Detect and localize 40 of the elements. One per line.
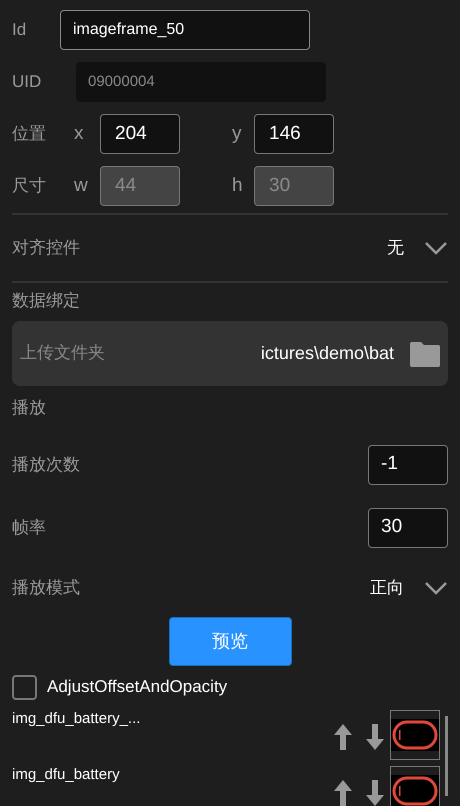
- dropdown-value[interactable]: 无: [387, 235, 404, 261]
- arrow-up-icon[interactable]: [334, 724, 352, 750]
- arrow-down-icon[interactable]: [366, 724, 384, 750]
- axis-label: h: [232, 174, 244, 198]
- number-field[interactable]: 146: [254, 114, 334, 154]
- field-label: 对齐控件: [12, 237, 81, 260]
- image-thumbnail[interactable]: [390, 710, 440, 760]
- field-label: Id: [12, 19, 28, 42]
- battery-outline-icon: [391, 718, 439, 751]
- section-title: 数据绑定: [12, 290, 81, 312]
- field-label: 播放次数: [12, 454, 81, 476]
- axis-label: x: [74, 122, 84, 146]
- checkbox[interactable]: [12, 674, 37, 700]
- number-field[interactable]: 204: [100, 114, 180, 154]
- arrow-down-icon[interactable]: [366, 780, 384, 806]
- field-label: 播放模式: [12, 577, 81, 600]
- scrollbar[interactable]: [445, 716, 448, 796]
- folder-icon[interactable]: [410, 340, 440, 367]
- chevron-down-icon[interactable]: [424, 581, 448, 596]
- image-name: img_dfu_battery_...: [12, 710, 142, 728]
- section-title: 播放: [12, 396, 47, 419]
- number-field[interactable]: -1: [368, 444, 448, 485]
- id-field[interactable]: imageframe_50: [60, 10, 310, 50]
- number-field[interactable]: 30: [368, 508, 448, 548]
- checkbox-label: AdjustOffsetAndOpacity: [47, 676, 228, 698]
- field-label: UID: [12, 71, 42, 94]
- arrow-up-icon[interactable]: [334, 780, 352, 806]
- chevron-down-icon[interactable]: [424, 240, 448, 255]
- folder-upload-card[interactable]: 上传文件夹 ictures\demo\bat: [12, 320, 448, 386]
- field-label: 上传文件夹: [20, 342, 106, 364]
- battery-outline-icon: [391, 774, 439, 806]
- field-label: 尺寸: [12, 175, 47, 198]
- field-label: 帧率: [12, 516, 47, 539]
- dropdown-value[interactable]: 正向: [370, 575, 404, 601]
- image-name: img_dfu_battery: [12, 766, 121, 784]
- folder-path: ictures\demo\bat: [260, 342, 394, 365]
- image-thumbnail[interactable]: [390, 766, 440, 806]
- axis-label: y: [232, 122, 242, 146]
- axis-label: w: [74, 174, 89, 198]
- field-label: 位置: [12, 123, 47, 146]
